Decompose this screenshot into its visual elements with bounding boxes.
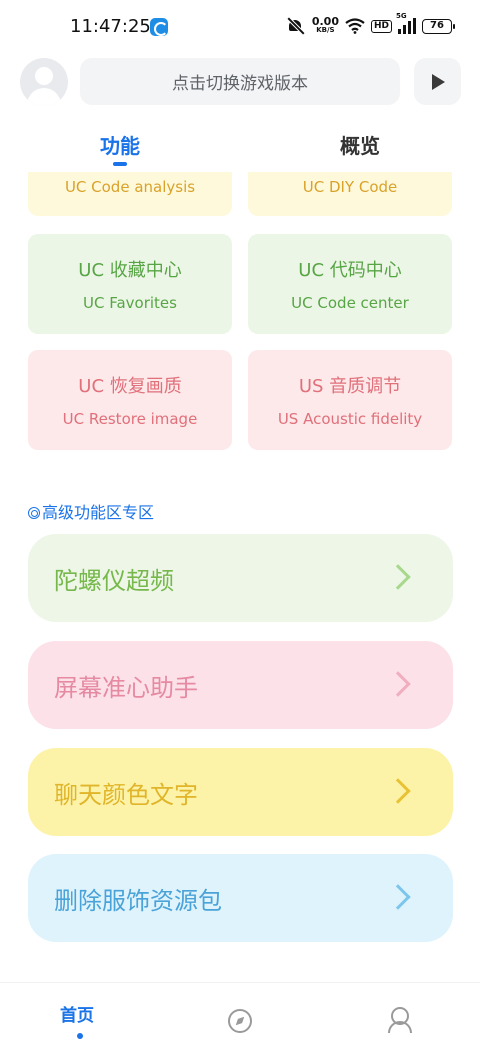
browser-notification-icon (150, 18, 168, 36)
chevron-right-icon (385, 778, 411, 804)
chat-color-text-button[interactable]: 聊天颜色文字 (28, 748, 453, 836)
user-avatar[interactable] (20, 58, 68, 106)
card-acoustic-fidelity[interactable]: US 音质调节 US Acoustic fidelity (248, 350, 452, 450)
card-code-center[interactable]: UC 代码中心 UC Code center (248, 234, 452, 334)
avatar-body-shape (27, 88, 61, 106)
status-icons: 0.00 KB/S HD 5G 76 (286, 12, 455, 36)
play-icon (432, 74, 445, 90)
mute-icon (286, 16, 306, 36)
card-restore-image[interactable]: UC 恢复画质 UC Restore image (28, 350, 232, 450)
tab-overview[interactable]: 概览 (340, 130, 380, 159)
card-code-analysis[interactable]: UC Code analysis (28, 172, 232, 216)
gyroscope-overclock-label: 陀螺仪超频 (54, 566, 174, 595)
card-title: UC 收藏中心 (78, 260, 182, 281)
network-speed: 0.00 KB/S (311, 15, 339, 35)
chevron-right-icon (385, 564, 411, 590)
feature-grid: UC Code analysis UC DIY Code UC 收藏中心 UC … (0, 172, 480, 462)
chevron-right-icon (385, 671, 411, 697)
advanced-section-title: 高级功能区专区 (28, 499, 154, 523)
wifi-icon (345, 18, 365, 34)
chevron-right-icon (385, 884, 411, 910)
crosshair-assistant-button[interactable]: 屏幕准心助手 (28, 641, 453, 729)
card-title: US 音质调节 (298, 376, 402, 397)
card-title: UC 代码中心 (298, 260, 402, 281)
nav-active-dot (77, 1033, 83, 1039)
card-title: UC 恢复画质 (78, 376, 182, 397)
card-diy-code[interactable]: UC DIY Code (248, 172, 452, 216)
status-time: 11:47:25 (70, 16, 151, 37)
card-subtitle: UC Restore image (62, 410, 198, 428)
crosshair-assistant-label: 屏幕准心助手 (54, 673, 198, 702)
card-favorites[interactable]: UC 收藏中心 UC Favorites (28, 234, 232, 334)
network-type: 5G (396, 12, 407, 20)
battery-icon: 76 (422, 18, 455, 34)
card-subtitle: UC DIY Code (302, 178, 398, 196)
network-speed-unit: KB/S (316, 26, 335, 34)
profile-icon[interactable] (388, 1007, 412, 1033)
card-subtitle: UC Code analysis (64, 178, 196, 196)
target-icon (28, 507, 40, 519)
delete-outfit-pack-button[interactable]: 删除服饰资源包 (28, 854, 453, 942)
nav-home[interactable]: 首页 (60, 1001, 94, 1026)
active-tab-indicator (113, 162, 127, 166)
status-bar: 11:47:25 0.00 KB/S HD 5G 76 (0, 0, 480, 56)
tab-functions[interactable]: 功能 (100, 130, 140, 159)
cell-signal-icon: 5G (396, 12, 416, 34)
compass-icon[interactable] (228, 1009, 252, 1033)
avatar-head-shape (35, 67, 53, 85)
card-subtitle: UC Code center (291, 294, 409, 312)
card-subtitle: US Acoustic fidelity (277, 410, 423, 428)
game-version-switcher[interactable]: 点击切换游戏版本 (80, 58, 400, 105)
advanced-section-label: 高级功能区专区 (42, 503, 155, 522)
play-button[interactable] (414, 58, 461, 105)
gyroscope-overclock-button[interactable]: 陀螺仪超频 (28, 534, 453, 622)
chat-color-text-label: 聊天颜色文字 (54, 780, 198, 809)
bottom-nav: 首页 (0, 982, 480, 1056)
app-screen: 11:47:25 0.00 KB/S HD 5G 76 点击切换游戏版本 功能 … (0, 0, 480, 1056)
hd-icon: HD (370, 19, 392, 33)
card-subtitle: UC Favorites (83, 294, 177, 312)
network-speed-value: 0.00 (311, 15, 339, 28)
delete-outfit-pack-label: 删除服饰资源包 (54, 886, 222, 915)
